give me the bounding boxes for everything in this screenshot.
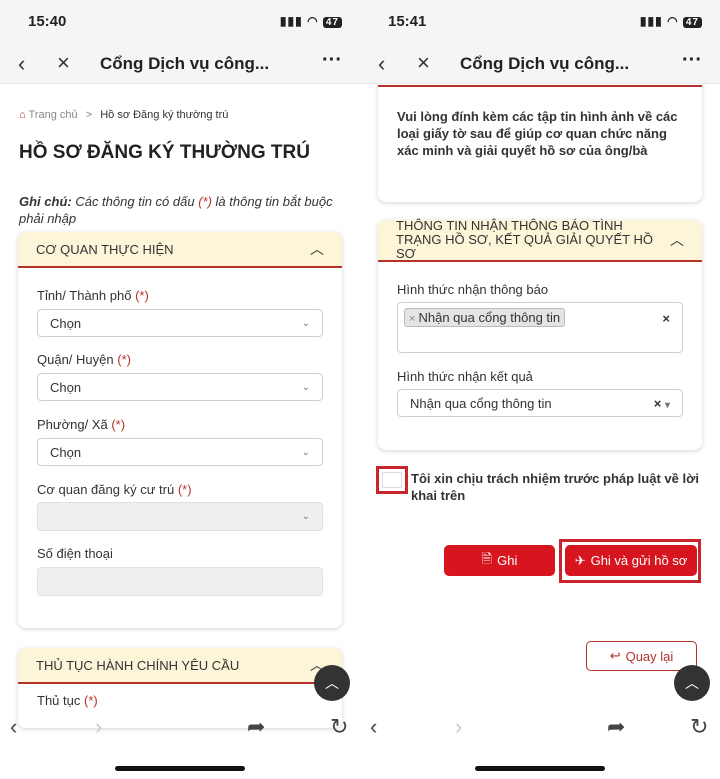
notification-section: THÔNG TIN NHẬN THÔNG BÁO TÌNH TRẠNG HỒ S… bbox=[378, 218, 702, 450]
section-title: CƠ QUAN THỰC HIỆN bbox=[36, 241, 174, 257]
status-bar: 15:40 ▮▮▮ ◠ 47 bbox=[0, 0, 360, 45]
home-indicator bbox=[115, 766, 245, 771]
nav-back-icon[interactable]: ‹ bbox=[10, 714, 17, 740]
status-icons: ▮▮▮ ◠ 47 bbox=[640, 14, 702, 28]
field-label: Hình thức nhận kết quả bbox=[397, 369, 533, 384]
more-icon[interactable]: ··· bbox=[322, 49, 342, 72]
chevron-down-icon: ⌄ bbox=[301, 381, 310, 393]
agreement-checkbox-highlight bbox=[376, 466, 408, 494]
province-select[interactable]: Chọn ⌄ bbox=[37, 309, 323, 337]
field-label: Tỉnh/ Thành phố (*) bbox=[37, 288, 149, 303]
header-title: Cổng Dịch vụ công... bbox=[100, 54, 270, 73]
back-button[interactable]: ↩ Quay lại bbox=[586, 641, 697, 671]
close-icon[interactable]: × bbox=[417, 50, 430, 76]
breadcrumb-separator: > bbox=[85, 109, 93, 121]
note-label: Ghi chú: bbox=[19, 194, 72, 209]
status-bar: 15:41 ▮▮▮ ◠ 47 bbox=[360, 0, 720, 45]
scroll-top-button[interactable]: ︿ bbox=[674, 665, 710, 701]
agreement-checkbox[interactable] bbox=[382, 472, 402, 488]
clear-icon[interactable]: × ▾ bbox=[654, 396, 670, 411]
browser-nav: ‹ › ➦ ↻ bbox=[0, 700, 360, 760]
field-label: Cơ quan đăng ký cư trú (*) bbox=[37, 482, 192, 497]
chevron-up-icon[interactable]: ︿ bbox=[670, 233, 684, 247]
home-icon: ⌂ bbox=[19, 109, 26, 121]
agreement-text: Tôi xin chịu trách nhiệm trước pháp luật… bbox=[411, 471, 699, 503]
phone-input[interactable] bbox=[37, 567, 323, 596]
field-label: Số điện thoại bbox=[37, 546, 113, 561]
page-title: HỒ SƠ ĐĂNG KÝ THƯỜNG TRÚ bbox=[19, 142, 310, 163]
field-label: Hình thức nhận thông báo bbox=[397, 282, 549, 297]
battery-icon: 47 bbox=[322, 17, 342, 28]
close-icon[interactable]: × bbox=[57, 50, 70, 76]
note-mark: (*) bbox=[198, 194, 212, 209]
ward-select[interactable]: Chọn ⌄ bbox=[37, 438, 323, 466]
district-select[interactable]: Chọn ⌄ bbox=[37, 373, 323, 401]
save-submit-button[interactable]: ✈ Ghi và gửi hồ sơ bbox=[565, 545, 697, 576]
browser-nav: ‹ › ➦ ↻ bbox=[360, 700, 720, 760]
required-note: Ghi chú: Các thông tin có dấu (*) là thô… bbox=[19, 193, 344, 227]
status-icons: ▮▮▮ ◠ 47 bbox=[280, 14, 342, 28]
header-title: Cổng Dịch vụ công... bbox=[460, 54, 630, 73]
chevron-up-icon[interactable]: ︿ bbox=[310, 239, 324, 259]
nav-forward-icon[interactable]: › bbox=[455, 714, 462, 740]
section-header[interactable]: THÔNG TIN NHẬN THÔNG BÁO TÌNH TRẠNG HỒ S… bbox=[378, 218, 702, 262]
home-indicator bbox=[475, 766, 605, 771]
reply-icon: ↩ bbox=[609, 648, 621, 663]
chevron-down-icon: ⌄ bbox=[301, 317, 310, 329]
share-icon[interactable]: ➦ bbox=[607, 714, 625, 740]
section-title: THỦ TỤC HÀNH CHÍNH YÊU CẦU bbox=[36, 657, 240, 673]
more-icon[interactable]: ··· bbox=[682, 49, 702, 72]
send-icon: ✈ bbox=[574, 552, 586, 568]
back-icon[interactable]: ‹ bbox=[378, 51, 385, 77]
chevron-down-icon: ⌄ bbox=[301, 446, 310, 458]
status-time: 15:41 bbox=[388, 13, 427, 30]
chevron-down-icon: ⌄ bbox=[301, 511, 310, 522]
section-header[interactable]: CƠ QUAN THỰC HIỆN ︿ bbox=[18, 232, 342, 268]
breadcrumb-current: Hồ sơ Đăng ký thường trú bbox=[100, 109, 229, 121]
field-label: Quận/ Huyện (*) bbox=[37, 352, 131, 367]
section-title: THÔNG TIN NHẬN THÔNG BÁO TÌNH TRẠNG HỒ S… bbox=[396, 218, 653, 261]
registry-office-select[interactable]: ⌄ bbox=[37, 502, 323, 531]
field-label: Phường/ Xã (*) bbox=[37, 417, 126, 432]
battery-icon: 47 bbox=[682, 17, 702, 28]
notify-multiselect[interactable]: × Nhận qua cổng thông tin × bbox=[397, 302, 683, 353]
browser-header: ‹ × Cổng Dịch vụ công... ··· bbox=[0, 45, 360, 84]
selected-tag: × Nhận qua cổng thông tin bbox=[404, 308, 566, 327]
save-button[interactable]: 🗎 Ghi bbox=[444, 545, 555, 576]
section-header[interactable]: THỦ TỤC HÀNH CHÍNH YÊU CẦU ︿ bbox=[18, 648, 342, 684]
note-text: Các thông tin có dấu bbox=[71, 194, 199, 209]
share-icon[interactable]: ➦ bbox=[247, 714, 265, 740]
attachment-note: Vui lòng đính kèm các tập tin hình ảnh v… bbox=[397, 109, 678, 158]
back-icon[interactable]: ‹ bbox=[18, 51, 25, 77]
phone-left: 15:40 ▮▮▮ ◠ 47 ‹ × Cổng Dịch vụ công... … bbox=[0, 0, 360, 779]
dropdown-arrow-icon: ▾ bbox=[664, 399, 670, 411]
status-time: 15:40 bbox=[28, 13, 67, 30]
phone-right: Vui lòng đính kèm các tập tin hình ảnh v… bbox=[360, 0, 720, 779]
reload-icon[interactable]: ↻ bbox=[690, 714, 708, 740]
breadcrumb-home[interactable]: Trang chủ bbox=[29, 109, 78, 121]
nav-back-icon[interactable]: ‹ bbox=[370, 714, 377, 740]
clear-icon[interactable]: × bbox=[662, 311, 670, 326]
result-select[interactable]: Nhận qua cổng thông tin × ▾ bbox=[397, 389, 683, 417]
save-icon: 🗎 bbox=[481, 550, 493, 566]
breadcrumb: ⌂ Trang chủ > Hồ sơ Đăng ký thường trú bbox=[19, 109, 228, 121]
scroll-top-button[interactable]: ︿ bbox=[314, 665, 350, 701]
nav-forward-icon[interactable]: › bbox=[95, 714, 102, 740]
browser-header: ‹ × Cổng Dịch vụ công... ··· bbox=[360, 45, 720, 84]
reload-icon[interactable]: ↻ bbox=[330, 714, 348, 740]
